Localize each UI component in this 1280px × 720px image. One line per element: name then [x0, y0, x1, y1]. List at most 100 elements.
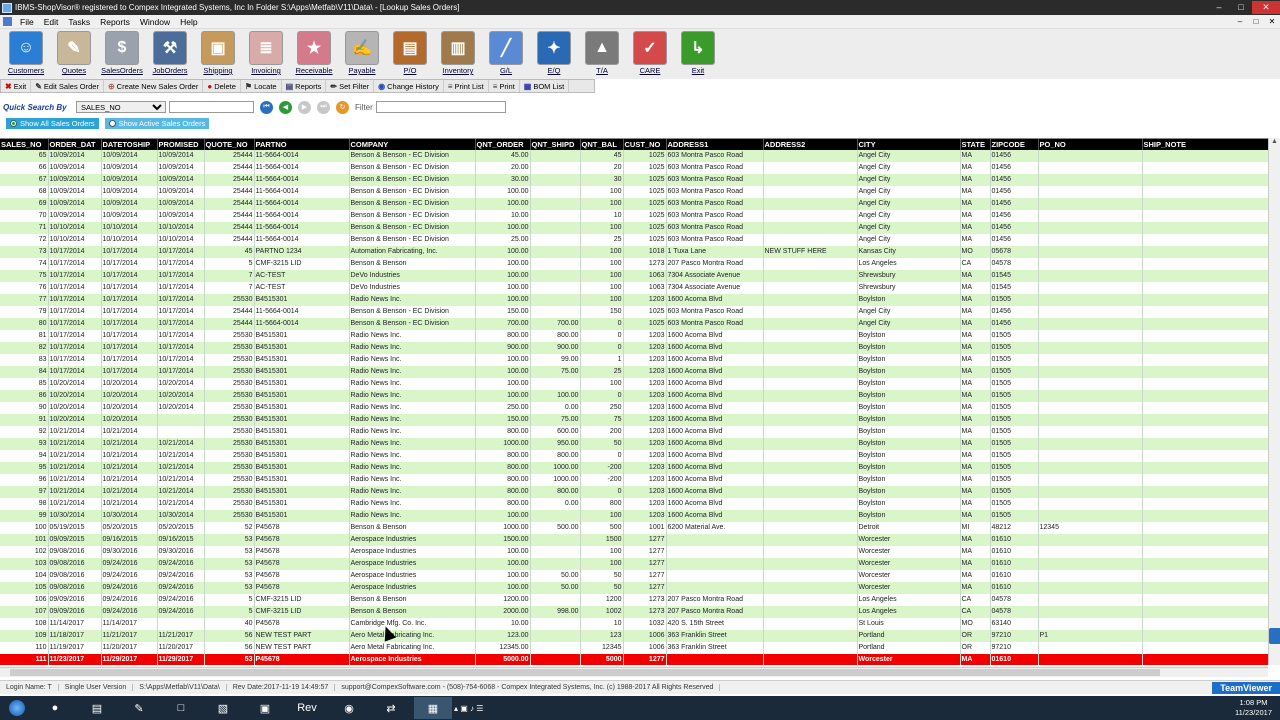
cell-qnt-order[interactable]: 100.00	[475, 366, 531, 378]
cell-qnt-order[interactable]: 1000.00	[475, 438, 531, 450]
cell-state[interactable]: MA	[960, 474, 991, 486]
cell-company[interactable]: Aerospace Industries	[349, 570, 476, 582]
cell-company[interactable]: Benson & Benson - EC Division	[349, 306, 476, 318]
cell-zipcode[interactable]: 01456	[990, 186, 1039, 198]
cell-datetoship[interactable]: 10/20/2014	[101, 390, 158, 402]
cell-company[interactable]: Radio News Inc.	[349, 486, 476, 498]
cell-qnt-shipd[interactable]	[530, 222, 581, 234]
cell-address2[interactable]	[763, 186, 858, 198]
cell-qnt-bal[interactable]: 100	[580, 186, 624, 198]
cell-qnt-shipd[interactable]: 900.00	[530, 342, 581, 354]
cell-ship-note[interactable]	[1142, 642, 1268, 654]
cell-partno[interactable]: CMF-3215 LID	[254, 606, 350, 618]
cell-cust-no[interactable]: 1025	[623, 306, 667, 318]
table-row[interactable]: 76 10/17/2014 10/17/2014 10/17/2014 7 AC-TEST…	[0, 282, 1268, 294]
cell-qnt-shipd[interactable]	[530, 594, 581, 606]
cell-company[interactable]: Radio News Inc.	[349, 414, 476, 426]
cell-cust-no[interactable]: 1203	[623, 342, 667, 354]
horizontal-scroll-thumb[interactable]	[10, 669, 1160, 676]
cell-address1[interactable]	[666, 534, 764, 546]
cell-po-no[interactable]	[1038, 606, 1143, 618]
child-restore-button[interactable]: □	[1248, 17, 1264, 26]
cell-promised[interactable]: 10/17/2014	[157, 342, 205, 354]
cell-sales-no[interactable]: 102	[0, 546, 49, 558]
cell-order-dat[interactable]: 10/21/2014	[48, 450, 102, 462]
table-row[interactable]: 65 10/09/2014 10/09/2014 10/09/2014 25444 11-…	[0, 150, 1268, 162]
cell-address1[interactable]: 207 Pasco Montra Road	[666, 258, 764, 270]
cell-state[interactable]: MA	[960, 378, 991, 390]
cell-address2[interactable]	[763, 594, 858, 606]
cell-ship-note[interactable]	[1142, 606, 1268, 618]
cell-address2[interactable]	[763, 222, 858, 234]
cell-zipcode[interactable]: 01610	[990, 582, 1039, 594]
cell-quote-no[interactable]: 5	[204, 594, 255, 606]
cell-cust-no[interactable]: 1277	[623, 558, 667, 570]
cell-qnt-shipd[interactable]: 99.00	[530, 354, 581, 366]
menu-window[interactable]: Window	[135, 17, 175, 27]
cell-qnt-shipd[interactable]: 50.00	[530, 582, 581, 594]
cell-datetoship[interactable]: 10/17/2014	[101, 282, 158, 294]
cell-promised[interactable]: 09/24/2016	[157, 582, 205, 594]
cell-cust-no[interactable]: 1203	[623, 426, 667, 438]
action-delete-button[interactable]: ● Delete	[203, 80, 241, 92]
monitor-icon[interactable]: ▣	[246, 697, 284, 719]
cell-address1[interactable]: 1600 Acorna Blvd	[666, 378, 764, 390]
cell-promised[interactable]: 10/17/2014	[157, 330, 205, 342]
cell-datetoship[interactable]: 10/20/2014	[101, 402, 158, 414]
cell-promised[interactable]: 10/09/2014	[157, 174, 205, 186]
cell-qnt-shipd[interactable]	[530, 210, 581, 222]
cell-qnt-bal[interactable]: 123	[580, 630, 624, 642]
cell-cust-no[interactable]: 1025	[623, 186, 667, 198]
vertical-scrollbar[interactable]: ▲	[1268, 138, 1280, 665]
cell-zipcode[interactable]: 01505	[990, 426, 1039, 438]
cell-address2[interactable]	[763, 210, 858, 222]
cell-ship-note[interactable]	[1142, 306, 1268, 318]
cell-qnt-bal[interactable]: 100	[580, 270, 624, 282]
cell-sales-no[interactable]: 67	[0, 174, 49, 186]
cell-address1[interactable]: 207 Pasco Montra Road	[666, 606, 764, 618]
cell-qnt-shipd[interactable]: 1000.00	[530, 474, 581, 486]
cell-city[interactable]: Angel City	[857, 198, 961, 210]
cell-ship-note[interactable]	[1142, 414, 1268, 426]
cell-qnt-order[interactable]: 100.00	[475, 294, 531, 306]
cell-address1[interactable]: 1600 Acorna Blvd	[666, 342, 764, 354]
cell-qnt-shipd[interactable]	[530, 630, 581, 642]
cell-state[interactable]: MA	[960, 150, 991, 162]
cell-zipcode[interactable]: 01545	[990, 270, 1039, 282]
cell-state[interactable]: MA	[960, 210, 991, 222]
cell-partno[interactable]: B4515301	[254, 414, 350, 426]
cell-city[interactable]: Boylston	[857, 486, 961, 498]
cell-qnt-order[interactable]: 10.00	[475, 618, 531, 630]
cell-po-no[interactable]: 12345	[1038, 522, 1143, 534]
cell-order-dat[interactable]: 10/21/2014	[48, 438, 102, 450]
cell-order-dat[interactable]: 10/17/2014	[48, 306, 102, 318]
cell-cust-no[interactable]: 1006	[623, 642, 667, 654]
toolbar-payable-button[interactable]: ✍ Payable	[338, 29, 386, 77]
cell-state[interactable]: MA	[960, 174, 991, 186]
cell-address1[interactable]: 603 Montra Pasco Road	[666, 234, 764, 246]
cell-datetoship[interactable]: 10/09/2014	[101, 162, 158, 174]
cell-order-dat[interactable]: 09/08/2016	[48, 558, 102, 570]
cell-order-dat[interactable]: 10/21/2014	[48, 486, 102, 498]
cell-qnt-bal[interactable]: 100	[580, 378, 624, 390]
cell-po-no[interactable]	[1038, 426, 1143, 438]
cell-po-no[interactable]	[1038, 234, 1143, 246]
cell-sales-no[interactable]: 69	[0, 198, 49, 210]
cell-qnt-bal[interactable]: 10	[580, 618, 624, 630]
cell-qnt-order[interactable]: 100.00	[475, 270, 531, 282]
cell-qnt-order[interactable]: 100.00	[475, 558, 531, 570]
document-icon[interactable]: □	[162, 697, 200, 719]
show-active-orders-radio[interactable]: Show Active Sales Orders	[104, 118, 210, 129]
cell-promised[interactable]: 10/09/2014	[157, 210, 205, 222]
cell-city[interactable]: Boylston	[857, 426, 961, 438]
table-row[interactable]: 75 10/17/2014 10/17/2014 10/17/2014 7 AC-TEST…	[0, 270, 1268, 282]
cell-zipcode[interactable]: 04578	[990, 606, 1039, 618]
cell-zipcode[interactable]: 01456	[990, 306, 1039, 318]
column-header-promised[interactable]: PROMISED	[157, 139, 205, 150]
cell-po-no[interactable]	[1038, 558, 1143, 570]
cell-sales-no[interactable]: 83	[0, 354, 49, 366]
table-row[interactable]: 90 10/20/2014 10/20/2014 10/20/2014 25530 B45…	[0, 402, 1268, 414]
cell-zipcode[interactable]: 01545	[990, 282, 1039, 294]
pdf-icon[interactable]: ▧	[204, 697, 242, 719]
cell-zipcode[interactable]: 01610	[990, 570, 1039, 582]
